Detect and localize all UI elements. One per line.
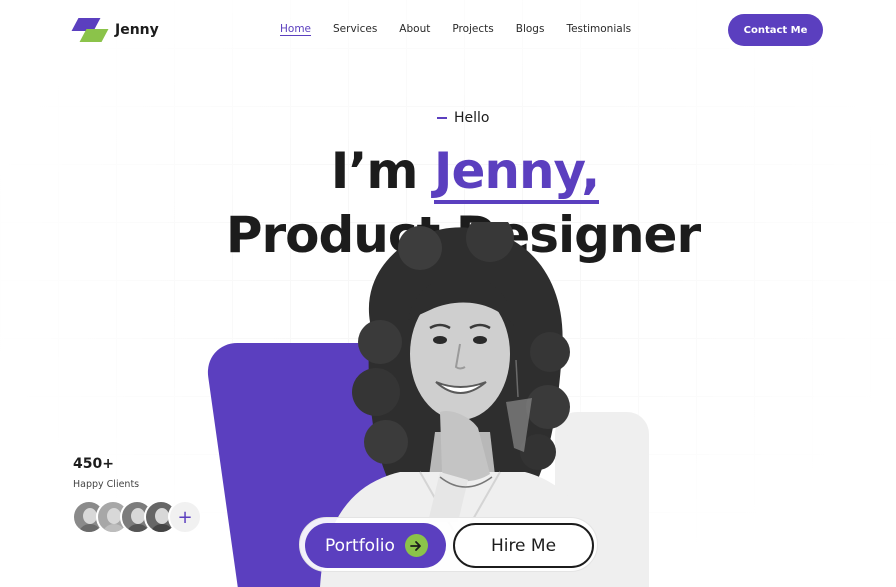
nav-home[interactable]: Home [280,23,311,35]
client-avatars: + [72,500,202,534]
hello-tagline: Hello [437,110,490,126]
hero-title-name: Jenny, [433,142,600,204]
portfolio-label: Portfolio [325,535,395,556]
hero-actions: Portfolio Hire Me [299,517,598,572]
logo-mark-icon [71,18,109,42]
logo-text: Jenny [115,22,159,38]
arrow-right-icon [404,534,428,557]
dash-icon [437,117,447,119]
hero-title-prefix: I’m [330,142,434,200]
clients-label: Happy Clients [73,479,140,490]
nav-about[interactable]: About [399,23,430,35]
hire-me-button[interactable]: Hire Me [453,523,594,568]
hero-title-line1: I’m Jenny, [0,142,896,204]
main-nav: Home Services About Projects Blogs Testi… [280,23,631,35]
portfolio-button[interactable]: Portfolio [305,523,446,568]
nav-blogs[interactable]: Blogs [516,23,545,35]
logo[interactable]: Jenny [71,18,159,42]
site-header: Jenny Home Services About Projects Blogs… [0,0,896,62]
nav-projects[interactable]: Projects [452,23,493,35]
contact-me-button[interactable]: Contact Me [728,14,823,46]
nav-services[interactable]: Services [333,23,377,35]
nav-testimonials[interactable]: Testimonials [566,23,631,35]
clients-count: 450+ [73,456,114,472]
plus-icon[interactable]: + [168,500,202,534]
hello-text: Hello [454,110,490,126]
